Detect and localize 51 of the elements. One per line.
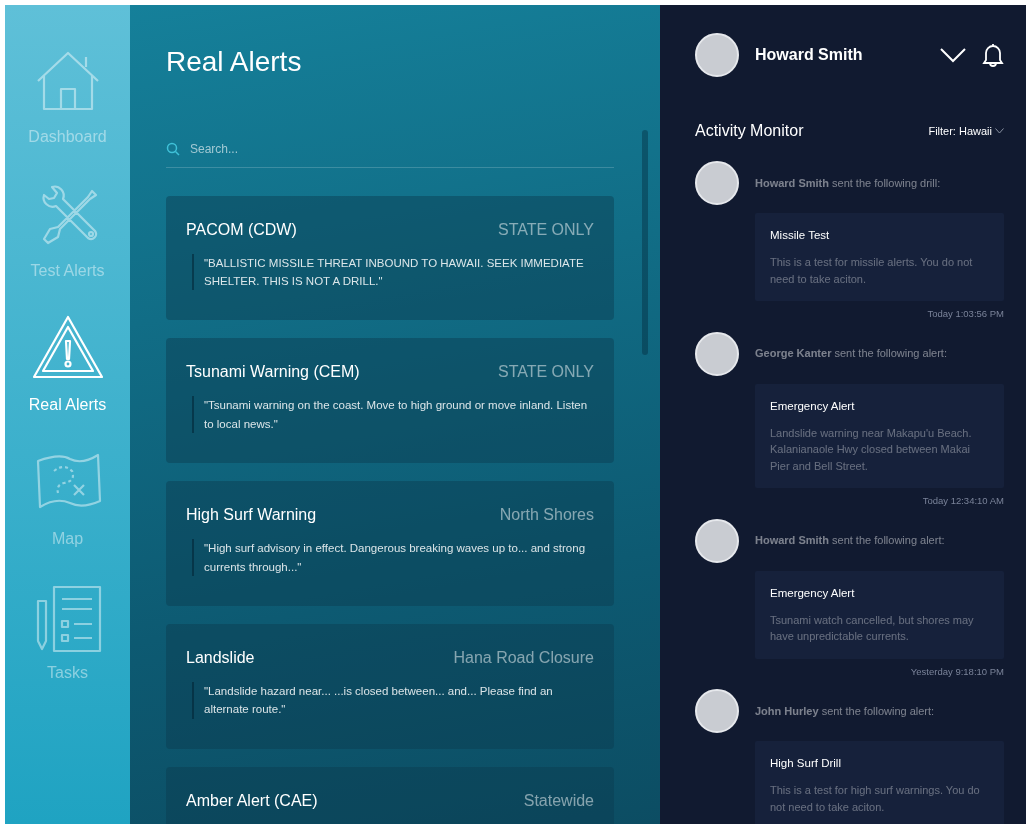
avatar xyxy=(695,689,739,733)
alert-title: High Surf Warning xyxy=(186,505,317,526)
avatar xyxy=(695,331,739,376)
alert-title: PACOM (CDW) xyxy=(186,219,297,240)
notifications-button[interactable] xyxy=(982,43,1004,67)
alert-scope: Hana Road Closure xyxy=(453,647,594,668)
filter-dropdown[interactable]: Filter: Hawaii xyxy=(928,122,1004,140)
alert-card[interactable]: High Surf Warning North Shores "High surf advisory in effect. Dangerous breaking waves up to... and strong currents through..." xyxy=(166,481,614,606)
timestamp: Today 12:34:10 AM xyxy=(922,494,1004,509)
scrollbar[interactable] xyxy=(642,130,648,355)
timestamp: Today 1:03:56 PM xyxy=(927,307,1004,322)
alert-card[interactable]: PACOM (CDW) STATE ONLY "BALLISTIC MISSILE THREAT INBOUND TO HAWAII. SEEK IMMEDIATE SHELTER. THIS IS NOT A DRILL." xyxy=(166,195,614,321)
timestamp: Yesterday 9:18:10 PM xyxy=(910,664,1004,679)
alert-message: "High surf advisory in effect. Dangerous breaking waves up to... and strong currents through..." xyxy=(192,539,594,576)
alert-message: "Landslide hazard near... ...is closed between... and... Please find an alternate route." xyxy=(192,681,594,719)
bell-icon xyxy=(982,43,1004,67)
alert-scope: North Shores xyxy=(499,505,594,526)
activity-body: Landslide warning near Makapu'u Beach. Kalanianaole Hwy closed between Makai Pier and Bell Street. xyxy=(770,425,973,474)
search-field[interactable]: Search... xyxy=(188,138,614,159)
alert-message: "BALLISTIC MISSILE THREAT INBOUND TO HAWAII. SEEK IMMEDIATE SHELTER. THIS IS NOT A DRILL." xyxy=(192,253,594,291)
activity-message: Howard Smith sent the following drill: xyxy=(755,175,941,191)
avatar xyxy=(695,161,739,205)
chevron-down-icon xyxy=(995,128,1004,134)
section-title: Activity Monitor xyxy=(695,121,804,141)
alert-message: "Tsunami warning on the coast. Move to high ground or move inland. Listen to local news." xyxy=(192,396,594,434)
alert-title: Tsunami Warning (CEM) xyxy=(186,362,360,383)
activity-message: George Kanter sent the following alert: xyxy=(755,346,947,362)
activity-title: High Surf Drill xyxy=(770,756,842,771)
chevron-down-icon xyxy=(940,47,966,63)
alert-card[interactable]: Landslide Hana Road Closure "Landslide hazard near... ...is closed between... and... Please find an alternate route." xyxy=(166,623,614,749)
activity-body: This is a test for missile alerts. You do not need to take aciton. xyxy=(770,255,974,287)
activity-title: Emergency Alert xyxy=(770,585,856,601)
activity-message: John Hurley sent the following alert: xyxy=(755,703,935,719)
alert-scope: Statewide xyxy=(523,790,594,811)
search-icon xyxy=(166,141,180,156)
dropdown-button[interactable] xyxy=(940,47,966,63)
avatar xyxy=(695,518,739,563)
alert-card[interactable]: Amber Alert (CAE) Statewide xyxy=(166,766,614,824)
alert-title: Landslide xyxy=(186,647,255,668)
activity-title: Emergency Alert xyxy=(770,398,856,414)
activity-title: Missile Test xyxy=(770,228,831,243)
avatar xyxy=(695,33,739,77)
alert-scope: STATE ONLY xyxy=(498,219,594,240)
user-name: Howard Smith xyxy=(755,45,864,65)
activity-body: Tsunami watch cancelled, but shores may have unpredictable currents. xyxy=(770,612,975,645)
activity-message: Howard Smith sent the following alert: xyxy=(755,533,945,549)
activity-body: This is a test for high surf warnings. You do not need to take aciton. xyxy=(770,783,981,815)
panel-title: Real Alerts xyxy=(166,45,303,79)
alert-title: Amber Alert (CAE) xyxy=(186,790,318,811)
alert-card[interactable]: Tsunami Warning (CEM) STATE ONLY "Tsunami warning on the coast. Move to high ground or move inland. Listen to local news." xyxy=(166,338,614,464)
alert-scope: STATE ONLY xyxy=(498,362,594,383)
